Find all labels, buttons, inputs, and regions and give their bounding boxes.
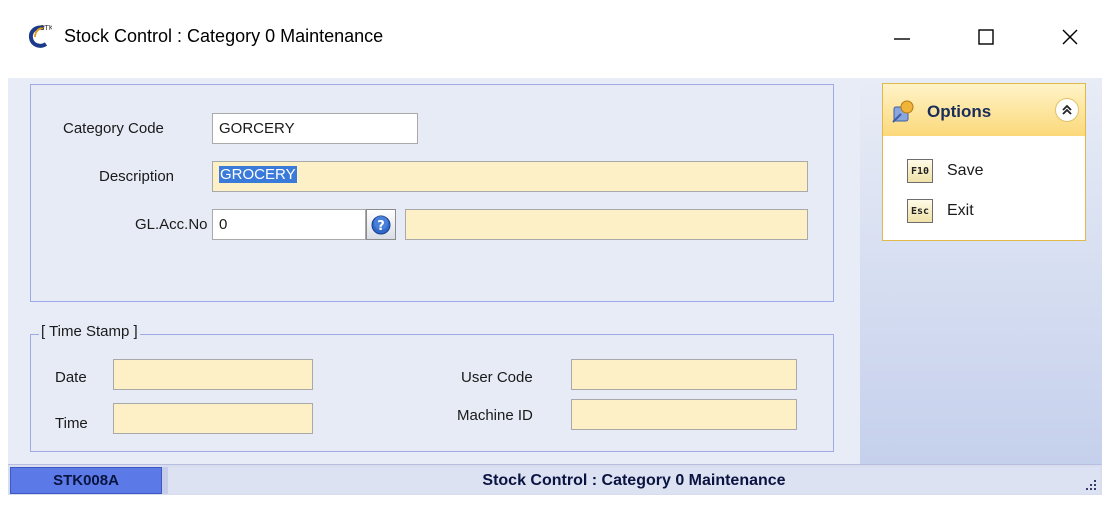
- resize-grip-icon[interactable]: [1084, 478, 1098, 492]
- options-side-panel: Options F10 Save Esc Exit: [860, 78, 1102, 464]
- category-code-label: Category Code: [63, 120, 164, 137]
- close-button[interactable]: [1042, 14, 1098, 60]
- status-program-code: STK008A: [10, 467, 162, 494]
- f10-key-icon: F10: [907, 159, 933, 183]
- description-input[interactable]: GROCERY: [212, 161, 808, 192]
- user-code-field: [571, 359, 797, 390]
- help-lookup-icon: ?: [371, 215, 391, 234]
- options-title: Options: [927, 102, 992, 121]
- maximize-button[interactable]: [958, 14, 1014, 60]
- maximize-icon: [978, 29, 994, 45]
- options-save-item[interactable]: F10 Save: [907, 158, 983, 184]
- title-bar: STK Stock Control : Category 0 Maintenan…: [0, 0, 1110, 78]
- status-title: Stock Control : Category 0 Maintenance: [162, 467, 1100, 494]
- gl-acc-no-label: GL.Acc.No: [135, 216, 208, 233]
- time-stamp-group: [ Time Stamp ] Date Time User Code Machi…: [30, 323, 834, 452]
- options-collapse-button[interactable]: [1055, 98, 1079, 122]
- gl-acc-lookup-button[interactable]: ?: [366, 209, 396, 240]
- window-title: Stock Control : Category 0 Maintenance: [64, 26, 384, 46]
- time-label: Time: [55, 415, 88, 432]
- category-details-group: Category Code Description GROCERY GL.Acc…: [30, 84, 834, 302]
- main-panel: Category Code Description GROCERY GL.Acc…: [8, 78, 860, 464]
- category-code-input[interactable]: [212, 113, 418, 144]
- minimize-button[interactable]: [874, 14, 930, 60]
- date-label: Date: [55, 369, 87, 386]
- options-header[interactable]: Options: [883, 84, 1085, 136]
- date-field: [113, 359, 313, 390]
- svg-text:STK: STK: [40, 24, 52, 32]
- time-field: [113, 403, 313, 434]
- svg-text:?: ?: [377, 219, 385, 234]
- status-bar: STK008A Stock Control : Category 0 Maint…: [8, 464, 1102, 495]
- close-icon: [1062, 29, 1078, 45]
- description-value: GROCERY: [219, 166, 297, 183]
- options-exit-item[interactable]: Esc Exit: [907, 198, 974, 224]
- gl-acc-no-input[interactable]: [212, 209, 366, 240]
- save-label: Save: [947, 162, 984, 179]
- options-box: Options F10 Save Esc Exit: [882, 83, 1086, 241]
- minimize-icon: [894, 38, 910, 40]
- machine-id-field: [571, 399, 797, 430]
- description-label: Description: [99, 168, 175, 185]
- user-code-label: User Code: [461, 369, 533, 386]
- stk-app-icon: STK: [26, 22, 54, 50]
- exit-label: Exit: [947, 202, 974, 219]
- gl-account-name-field: [405, 209, 808, 240]
- esc-key-icon: Esc: [907, 199, 933, 223]
- window: STK Stock Control : Category 0 Maintenan…: [0, 0, 1110, 506]
- chevron-up-double-icon: [1062, 104, 1072, 115]
- client-area: Category Code Description GROCERY GL.Acc…: [8, 78, 1102, 464]
- options-icon: [891, 98, 917, 124]
- machine-id-label: Machine ID: [457, 407, 533, 424]
- time-stamp-legend: [ Time Stamp ]: [39, 323, 140, 340]
